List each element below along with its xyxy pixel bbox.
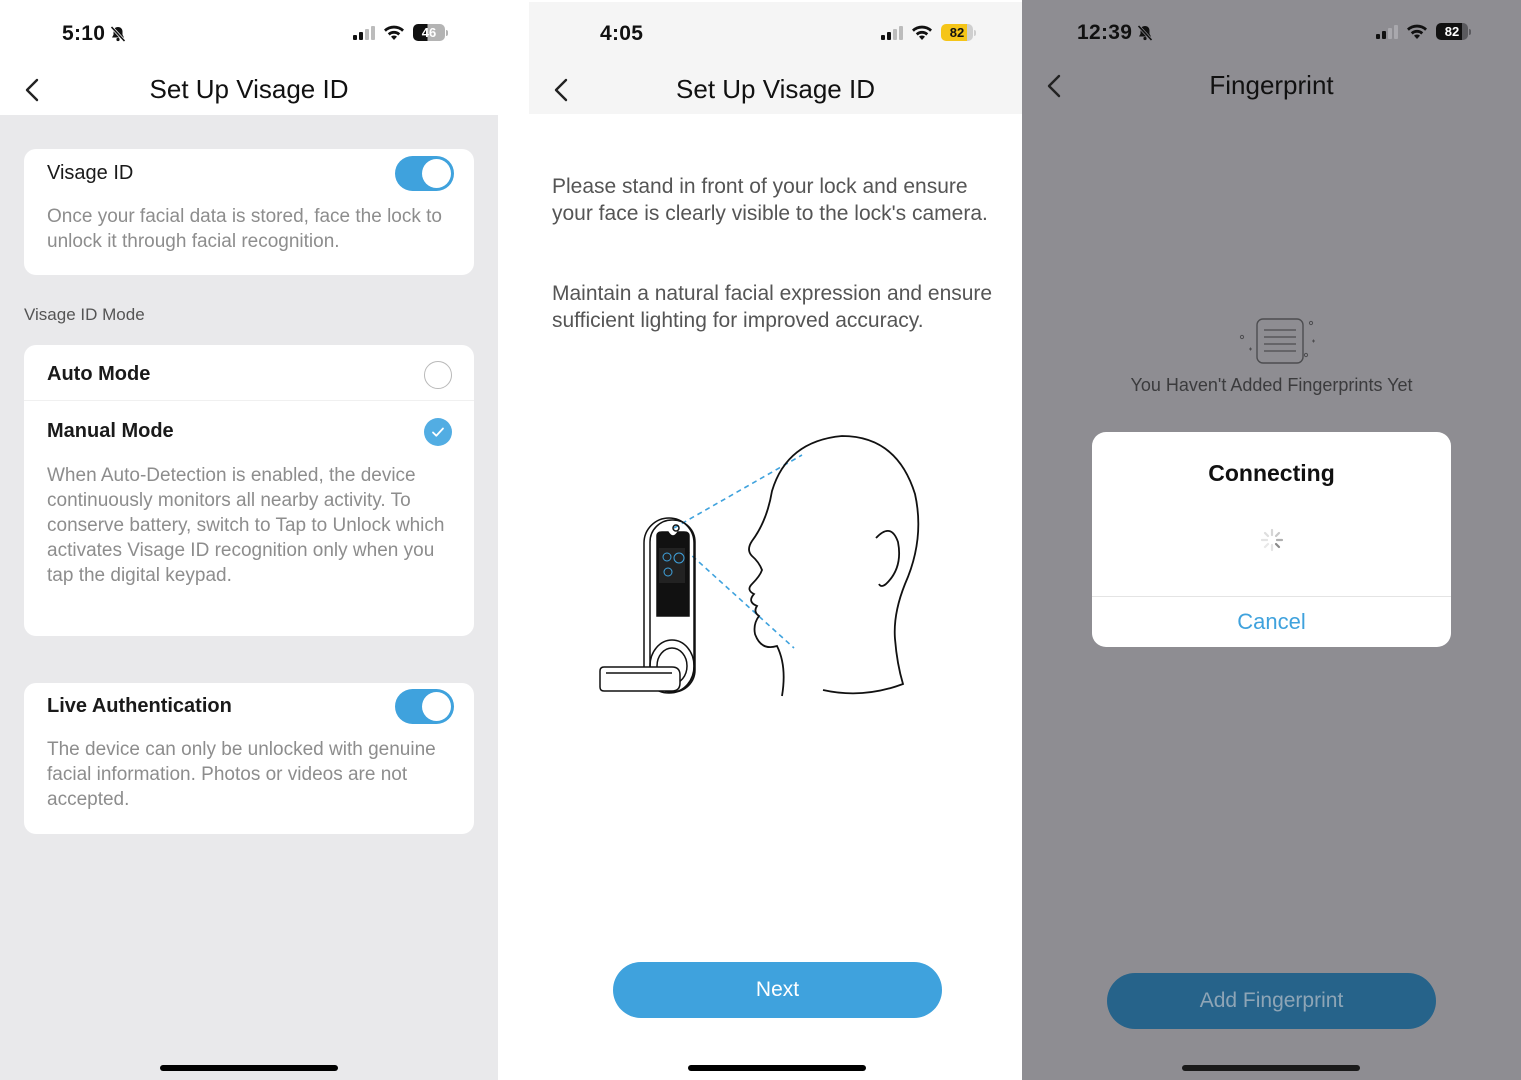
status-indicators: 82 <box>881 24 976 41</box>
empty-list-icon <box>1239 318 1315 364</box>
status-time: 5:10 <box>62 22 106 45</box>
status-time-group: 12:39 <box>1077 21 1154 45</box>
cellular-signal-icon <box>881 25 903 40</box>
live-authentication-description: The device can only be unlocked with gen… <box>47 739 436 810</box>
status-indicators: 46 <box>353 24 448 41</box>
status-bar: 5:10 46 <box>0 0 498 64</box>
manual-mode-radio[interactable] <box>424 418 452 446</box>
checkmark-icon <box>432 427 444 437</box>
next-button[interactable]: Next <box>613 962 942 1018</box>
cellular-signal-icon <box>353 25 375 40</box>
bell-slash-icon <box>110 25 126 43</box>
status-time-group: 5:10 <box>62 22 127 46</box>
nav-bar: Fingerprint <box>1022 60 1521 112</box>
live-authentication-card: Live Authentication The device can only … <box>24 683 474 834</box>
mode-section-label: Visage ID Mode <box>24 305 145 324</box>
mode-card: Auto Mode Manual Mode When Auto-Detectio… <box>24 345 474 636</box>
home-indicator <box>688 1065 866 1071</box>
battery-icon: 82 <box>941 24 976 41</box>
wifi-icon <box>384 25 404 40</box>
battery-icon: 46 <box>413 24 448 41</box>
page-title: Fingerprint <box>1209 70 1334 100</box>
scan-beam-lines <box>673 454 803 649</box>
home-indicator <box>160 1065 338 1071</box>
status-bar: 12:39 82 <box>1022 0 1521 64</box>
visage-id-toggle[interactable] <box>395 156 454 191</box>
mode-option-auto[interactable]: Auto Mode <box>24 345 474 401</box>
battery-level: 82 <box>1436 23 1468 40</box>
visage-instructions-screen: 4:05 82 Set Up Visage ID Please stand in… <box>529 0 1022 1080</box>
home-indicator <box>1182 1065 1360 1071</box>
lock-face-scan-illustration <box>599 435 920 697</box>
status-time: 12:39 <box>1077 21 1133 44</box>
visage-id-label: Visage ID <box>47 162 134 184</box>
visage-id-description: Once your facial data is stored, face th… <box>47 206 442 252</box>
bell-slash-icon <box>1137 24 1153 42</box>
auto-mode-radio[interactable] <box>424 361 452 389</box>
wifi-icon <box>912 25 932 40</box>
visage-settings-screen: 5:10 46 Set Up Visage ID Visage ID Once … <box>0 0 498 1080</box>
battery-icon: 82 <box>1436 23 1471 40</box>
auto-mode-label: Auto Mode <box>47 363 151 385</box>
head-profile-drawing <box>748 435 920 697</box>
dialog-title: Connecting <box>1208 460 1335 486</box>
battery-level: 46 <box>413 24 445 41</box>
nav-bar: Set Up Visage ID <box>529 64 1022 114</box>
cellular-signal-icon <box>1376 24 1398 39</box>
instruction-paragraph-1: Please stand in front of your lock and e… <box>552 175 988 225</box>
add-fingerprint-button[interactable]: Add Fingerprint <box>1107 973 1436 1029</box>
status-time: 4:05 <box>600 22 644 45</box>
battery-level: 82 <box>941 24 973 41</box>
page-title: Set Up Visage ID <box>676 74 875 104</box>
page-title: Set Up Visage ID <box>149 74 349 104</box>
connecting-dialog: Connecting Cancel <box>1092 432 1451 647</box>
wifi-icon <box>1407 24 1427 39</box>
status-indicators: 82 <box>1376 23 1471 40</box>
live-authentication-toggle[interactable] <box>395 689 454 724</box>
cancel-button[interactable]: Cancel <box>1092 597 1451 647</box>
ear-drawing <box>875 530 901 587</box>
status-bar: 4:05 82 <box>529 2 1022 64</box>
empty-state-text: You Haven't Added Fingerprints Yet <box>1130 375 1413 395</box>
instruction-paragraph-2: Maintain a natural facial expression and… <box>552 282 993 332</box>
nav-bar: Set Up Visage ID <box>0 64 498 115</box>
live-authentication-label: Live Authentication <box>47 695 232 717</box>
smart-lock-drawing <box>599 517 696 694</box>
fingerprint-screen: 12:39 82 Fingerprint You Haven't Added F… <box>1022 0 1521 1080</box>
manual-mode-label: Manual Mode <box>47 420 174 442</box>
visage-id-card: Visage ID Once your facial data is store… <box>24 149 474 275</box>
mode-description: When Auto-Detection is enabled, the devi… <box>47 465 445 586</box>
mode-option-manual[interactable]: Manual Mode <box>24 402 474 458</box>
loading-spinner-icon <box>1260 528 1284 552</box>
